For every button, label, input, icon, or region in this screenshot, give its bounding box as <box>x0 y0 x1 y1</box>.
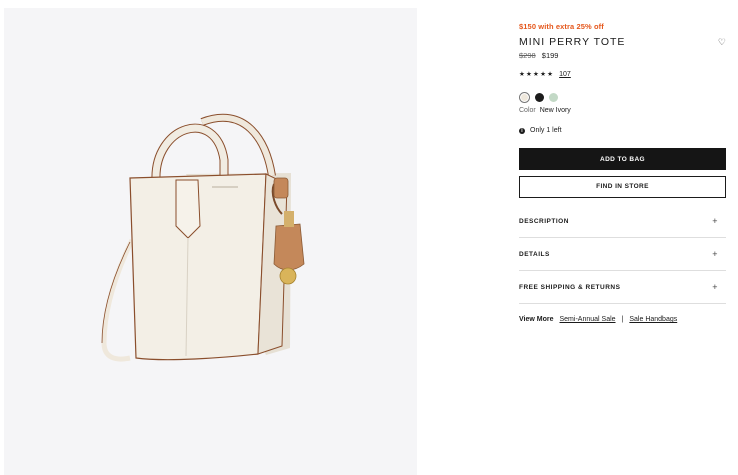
product-image-gallery[interactable] <box>4 8 417 475</box>
accordion-label: FREE SHIPPING & RETURNS <box>519 283 621 291</box>
sale-handbags-link[interactable]: Sale Handbags <box>629 315 677 325</box>
add-to-bag-button[interactable]: ADD TO BAG <box>519 148 726 170</box>
swatch-black[interactable] <box>535 93 544 102</box>
sale-price: $199 <box>541 51 559 60</box>
product-details-panel: $150 with extra 25% off MINI PERRY TOTE … <box>519 22 726 325</box>
accordion-label: DETAILS <box>519 250 550 258</box>
stock-status: i Only 1 left <box>519 126 726 136</box>
color-value: New Ivory <box>539 107 571 114</box>
product-title: MINI PERRY TOTE <box>519 36 626 48</box>
plus-icon: + <box>712 249 718 259</box>
swatch-dot <box>521 94 528 101</box>
accordion-label: DESCRIPTION <box>519 217 569 225</box>
semi-annual-sale-link[interactable]: Semi-Annual Sale <box>560 315 616 325</box>
selected-color: Color New Ivory <box>519 106 726 116</box>
color-swatches <box>519 92 726 103</box>
accordion-shipping-returns[interactable]: FREE SHIPPING & RETURNS + <box>519 271 726 304</box>
stock-text: Only 1 left <box>530 127 562 134</box>
view-more-label: View More <box>519 316 554 323</box>
link-separator: | <box>621 316 624 323</box>
promo-price: $150 with extra 25% off <box>519 22 604 31</box>
plus-icon: + <box>712 216 718 226</box>
accordion-description[interactable]: DESCRIPTION + <box>519 205 726 238</box>
tote-bag-image <box>101 113 305 362</box>
heart-icon[interactable]: ♡ <box>718 36 726 48</box>
swatch-new-ivory[interactable] <box>519 92 530 103</box>
star-rating-icon: ★★★★★ <box>519 71 555 78</box>
title-row: MINI PERRY TOTE ♡ <box>519 36 726 48</box>
find-in-store-button[interactable]: FIND IN STORE <box>519 176 726 198</box>
price-row: $298 $199 <box>519 51 726 61</box>
color-label: Color <box>519 107 536 114</box>
accordion-details[interactable]: DETAILS + <box>519 238 726 271</box>
review-count-link[interactable]: 107 <box>559 70 571 80</box>
plus-icon: + <box>712 282 718 292</box>
swatch-sage[interactable] <box>549 93 558 102</box>
product-accordion: DESCRIPTION + DETAILS + FREE SHIPPING & … <box>519 205 726 304</box>
info-icon: i <box>519 128 525 134</box>
rating-row: ★★★★★ 107 <box>519 70 726 80</box>
view-more-row: View More Semi-Annual Sale | Sale Handba… <box>519 315 726 325</box>
original-price: $298 <box>519 51 536 60</box>
